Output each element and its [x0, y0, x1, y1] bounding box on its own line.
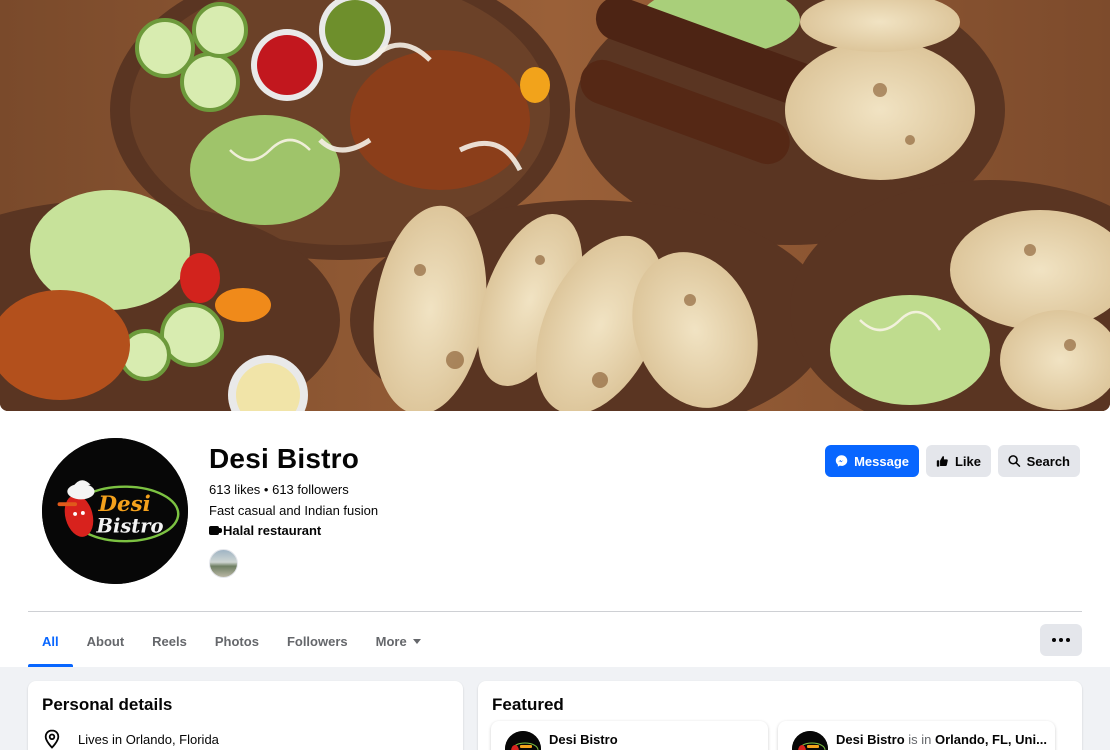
personal-details-card: Personal details Lives in Orlando, Flori… [28, 681, 463, 750]
page-title: Desi Bistro [209, 443, 360, 474]
ellipsis-icon [1052, 638, 1056, 642]
stats-separator: • [260, 482, 273, 497]
tab-followers[interactable]: Followers [273, 616, 362, 666]
featured-post[interactable]: Desi Bistro [491, 721, 768, 750]
page-avatar[interactable] [792, 731, 828, 750]
svg-text:Bistro: Bistro [96, 514, 164, 537]
search-button-label: Search [1026, 453, 1070, 469]
featured-title: Featured [492, 695, 564, 714]
ellipsis-icon [1059, 638, 1063, 642]
tab-label: Reels [152, 633, 187, 649]
featured-card: Featured Desi Bistro Desi Bistro is in O… [478, 681, 1082, 750]
cup-icon [209, 526, 222, 535]
search-button[interactable]: Search [998, 445, 1080, 477]
tab-label: About [86, 633, 125, 649]
tab-label: Photos [214, 633, 259, 649]
tab-all[interactable]: All [28, 616, 73, 667]
caret-down-icon [412, 638, 421, 644]
location-row: Lives in Orlando, Florida [42, 729, 219, 749]
message-button[interactable]: Message [825, 445, 919, 477]
tab-label: Followers [286, 633, 348, 649]
profile-header: Desi Bistro Desi Bistro 613 likes • 613 … [0, 411, 1110, 667]
desi-bistro-logo [792, 731, 828, 750]
tab-about[interactable]: About [73, 616, 139, 666]
desi-bistro-logo: Desi Bistro [42, 438, 188, 584]
featured-place[interactable]: Orlando, FL, Uni... [935, 732, 1047, 747]
featured-post-header: Desi Bistro is in Orlando, FL, Uni... [792, 731, 1047, 750]
tab-label: All [42, 633, 59, 649]
featured-author[interactable]: Desi Bistro [836, 732, 905, 747]
message-button-label: Message [854, 453, 909, 469]
page-content: Personal details Lives in Orlando, Flori… [0, 667, 1110, 750]
profile-tabs: All About Reels Photos Followers More [28, 616, 435, 667]
svg-text:Desi: Desi [97, 492, 150, 517]
page-actions: Message Like Search [825, 445, 1080, 477]
header-divider [28, 611, 1082, 612]
featured-author-line: Desi Bistro is in Orlando, FL, Uni... [836, 731, 1047, 747]
personal-details-title: Personal details [42, 695, 173, 714]
tab-photos[interactable]: Photos [201, 616, 273, 666]
messenger-icon [835, 455, 848, 467]
location-pin-icon [44, 729, 60, 749]
tab-reels[interactable]: Reels [138, 616, 201, 666]
profile-picture[interactable]: Desi Bistro [40, 436, 190, 586]
like-button[interactable]: Like [926, 445, 991, 477]
followers-count[interactable]: 613 followers [272, 482, 349, 497]
desi-bistro-logo [505, 731, 541, 750]
featured-is-in: is in [904, 732, 935, 747]
tab-label: More [375, 633, 407, 649]
more-options-button[interactable] [1040, 624, 1082, 656]
likes-count[interactable]: 613 likes [209, 482, 260, 497]
like-button-label: Like [954, 453, 981, 469]
featured-post[interactable]: Desi Bistro is in Orlando, FL, Uni... [778, 721, 1055, 750]
tab-more[interactable]: More [362, 616, 435, 666]
page-stats: 613 likes • 613 followers [209, 482, 349, 497]
page-avatar[interactable] [505, 731, 541, 750]
thumbs-up-icon [936, 456, 948, 467]
ellipsis-icon [1066, 638, 1070, 642]
cover-food-image [0, 0, 1110, 411]
category-label: Halal restaurant [223, 523, 322, 538]
cover-photo[interactable] [0, 0, 1110, 411]
featured-author[interactable]: Desi Bistro [549, 731, 618, 747]
page-category: Halal restaurant [209, 523, 321, 538]
featured-post-header: Desi Bistro [505, 731, 618, 750]
search-icon [1008, 455, 1021, 467]
follower-avatar[interactable] [209, 549, 238, 578]
page-intro: Fast casual and Indian fusion [209, 503, 379, 518]
location-text: Lives in Orlando, Florida [78, 731, 219, 747]
